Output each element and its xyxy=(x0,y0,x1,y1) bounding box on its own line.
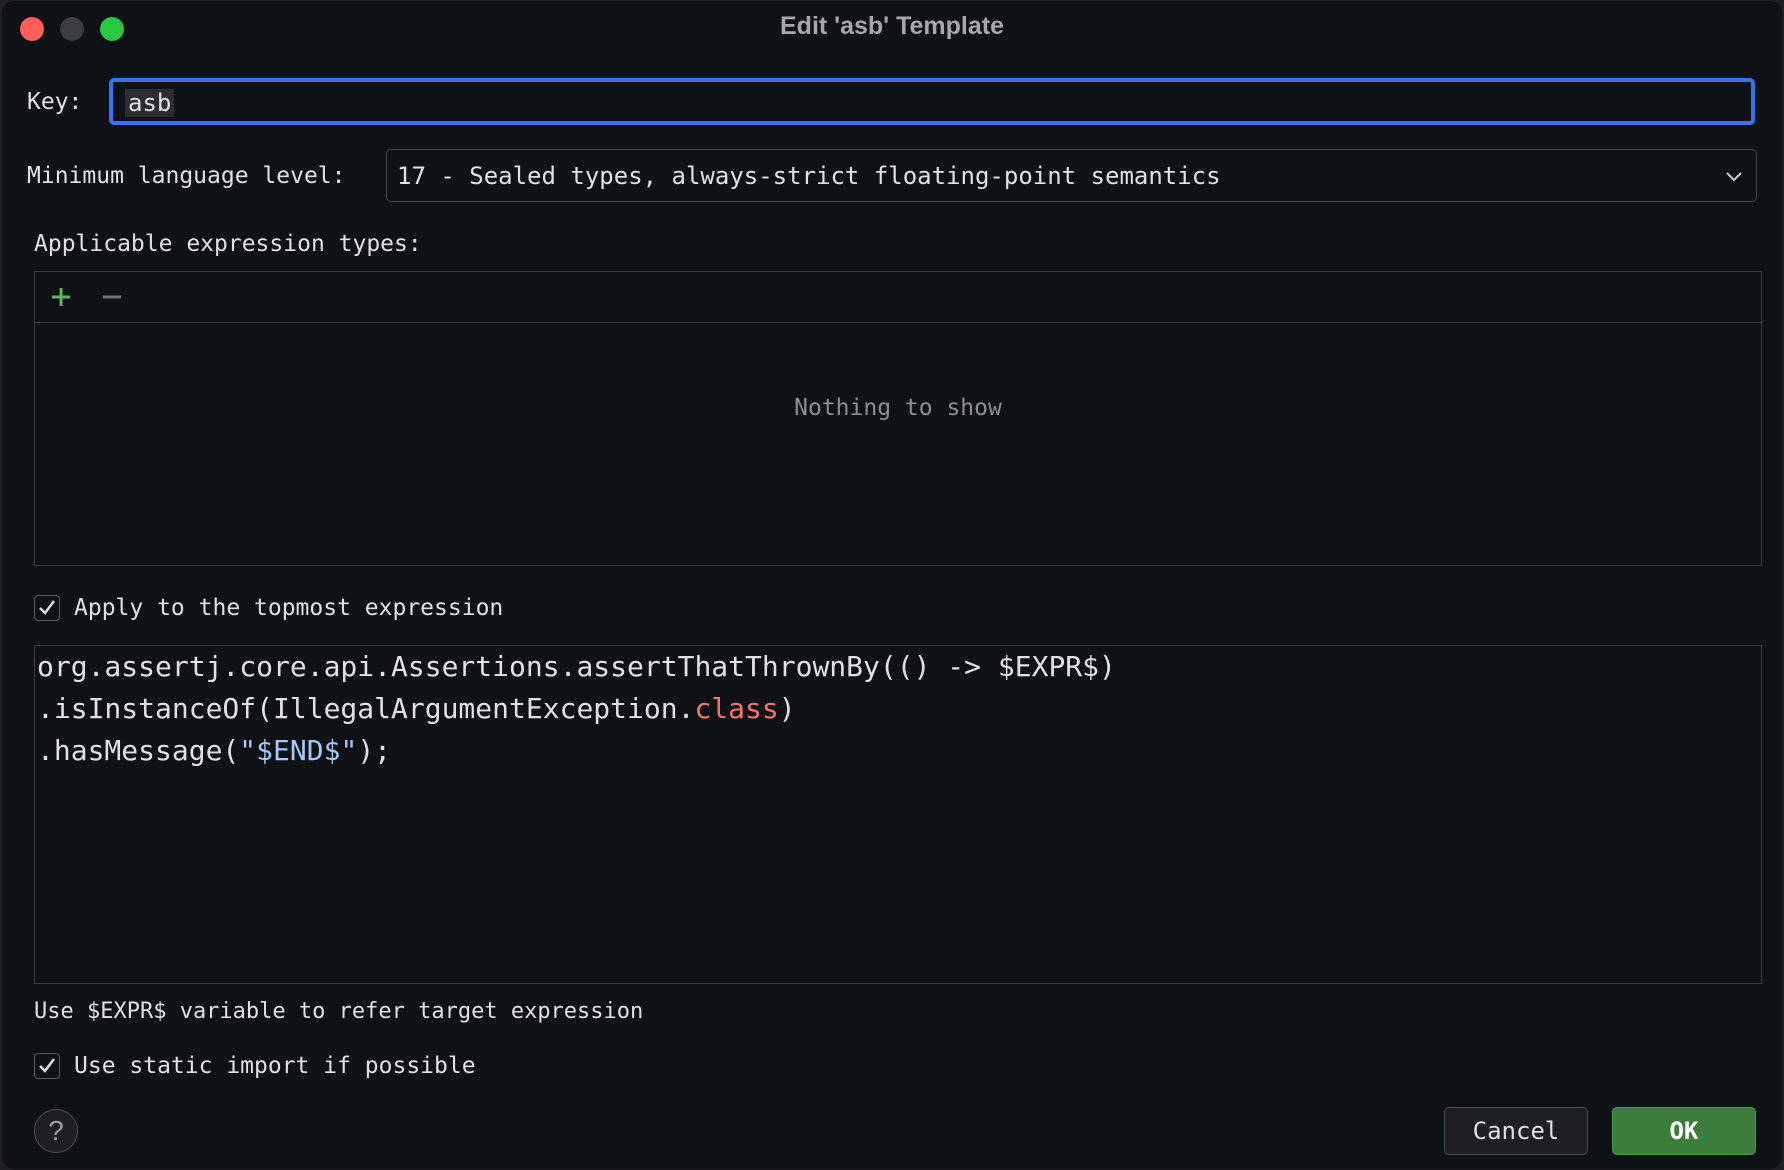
cancel-button[interactable]: Cancel xyxy=(1444,1107,1588,1155)
ok-button[interactable]: OK xyxy=(1612,1107,1756,1155)
language-level-label: Minimum language level: xyxy=(27,163,346,189)
expr-variable-hint: Use $EXPR$ variable to refer target expr… xyxy=(34,999,644,1024)
code-line-3: .hasMessage("$END$"); xyxy=(37,734,391,767)
help-button[interactable]: ? xyxy=(34,1109,78,1153)
expression-types-list: Nothing to show xyxy=(34,271,1762,566)
edit-template-dialog: Edit 'asb' Template Key: asb Minimum lan… xyxy=(2,1,1782,1169)
apply-topmost-checkbox[interactable] xyxy=(34,595,60,621)
code-line-2-prefix: .isInstanceOf(IllegalArgumentException. xyxy=(37,692,695,725)
expression-types-toolbar xyxy=(35,272,1761,323)
code-line-2-suffix: ) xyxy=(778,692,796,725)
checkmark-icon xyxy=(39,1058,55,1073)
code-string: "$END$" xyxy=(239,734,358,767)
code-line-3-suffix: ); xyxy=(357,734,392,767)
language-level-select[interactable]: 17 - Sealed types, always-strict floatin… xyxy=(386,149,1757,202)
code-line-1: org.assertj.core.api.Assertions.assertTh… xyxy=(37,650,1116,683)
template-code-editor[interactable]: org.assertj.core.api.Assertions.assertTh… xyxy=(34,645,1762,984)
dialog-title: Edit 'asb' Template xyxy=(780,12,1004,40)
minus-icon[interactable] xyxy=(100,285,124,309)
checkmark-icon xyxy=(39,600,55,615)
static-import-checkbox[interactable] xyxy=(34,1053,60,1079)
apply-topmost-label[interactable]: Apply to the topmost expression xyxy=(74,595,503,621)
code-line-2: .isInstanceOf(IllegalArgumentException.c… xyxy=(37,692,796,725)
chevron-down-icon xyxy=(1726,172,1742,182)
title-bar: Edit 'asb' Template xyxy=(2,1,1782,55)
expression-types-label: Applicable expression types: xyxy=(34,231,422,257)
key-input-value[interactable]: asb xyxy=(125,89,175,117)
plus-icon[interactable] xyxy=(49,285,73,309)
key-input[interactable]: asb xyxy=(109,78,1755,125)
empty-list-text: Nothing to show xyxy=(794,395,1002,421)
code-line-3-prefix: .hasMessage( xyxy=(37,734,240,767)
key-label: Key: xyxy=(27,89,83,115)
code-keyword: class xyxy=(694,692,779,725)
language-level-selected: 17 - Sealed types, always-strict floatin… xyxy=(397,162,1221,190)
static-import-label[interactable]: Use static import if possible xyxy=(74,1053,476,1079)
